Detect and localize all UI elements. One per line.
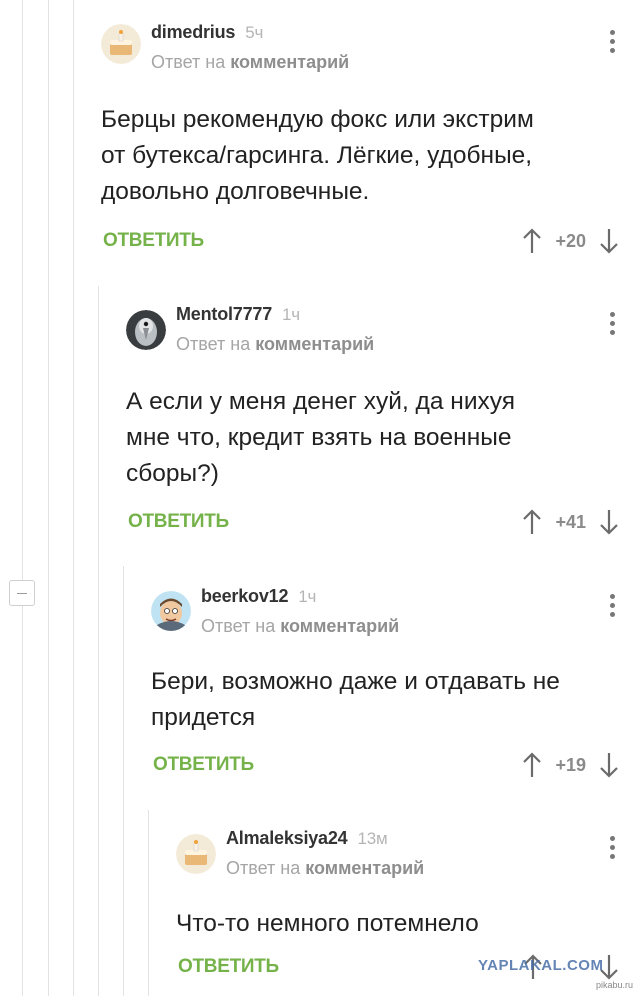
thread-rail bbox=[48, 0, 49, 996]
comment-author[interactable]: beerkov12 1ч bbox=[201, 586, 316, 607]
thread-rail bbox=[123, 566, 124, 996]
reply-button[interactable]: ОТВЕТИТЬ bbox=[178, 956, 279, 978]
reply-target-link[interactable]: комментарий bbox=[305, 858, 424, 878]
thread-rail bbox=[98, 286, 99, 996]
more-options-icon[interactable] bbox=[610, 594, 616, 621]
comment-author[interactable]: dimedrius 5ч bbox=[151, 22, 263, 43]
comment-time: 5ч bbox=[245, 23, 264, 42]
collapse-thread-button[interactable] bbox=[9, 580, 35, 606]
downvote-arrow-icon[interactable] bbox=[598, 227, 620, 255]
comment-time: 1ч bbox=[298, 587, 317, 606]
comment-author[interactable]: Mentol7777 1ч bbox=[176, 304, 300, 325]
reply-target-link[interactable]: комментарий bbox=[280, 616, 399, 636]
cartoon-face-avatar-icon bbox=[151, 591, 191, 631]
comment-score: +19 bbox=[555, 754, 586, 775]
upvote-arrow-icon[interactable] bbox=[521, 227, 543, 255]
reply-button[interactable]: ОТВЕТИТЬ bbox=[103, 230, 204, 252]
more-options-icon[interactable] bbox=[610, 30, 616, 57]
upvote-arrow-icon[interactable] bbox=[521, 751, 543, 779]
comment-text: Что-то немного потемнело bbox=[176, 910, 479, 937]
comment: dimedrius 5ч Ответ на комментарий Берцы р… bbox=[101, 22, 640, 264]
cake-avatar-icon bbox=[176, 834, 216, 874]
thread-rail bbox=[148, 810, 149, 996]
cake-avatar-icon bbox=[101, 24, 141, 64]
reply-reference: Ответ на комментарий bbox=[226, 858, 425, 878]
upvote-arrow-icon[interactable] bbox=[521, 508, 543, 536]
reply-target-link[interactable]: комментарий bbox=[255, 334, 374, 354]
avatar[interactable] bbox=[151, 591, 191, 631]
comment-author[interactable]: Almaleksiya24 13м bbox=[226, 828, 388, 849]
thread-rail bbox=[22, 0, 23, 996]
comment-text: Берцы рекомендую фокс или экстрим от бут… bbox=[101, 106, 534, 205]
reply-reference: Ответ на комментарий bbox=[201, 616, 400, 636]
comment-text: А если у меня денег хуй, да нихуя мне чт… bbox=[126, 388, 515, 487]
watermark-small: pikabu.ru bbox=[596, 980, 634, 990]
more-options-icon[interactable] bbox=[610, 312, 616, 339]
reply-reference: Ответ на комментарий bbox=[151, 52, 350, 72]
comment-time: 1ч bbox=[282, 305, 300, 324]
bird-photo-avatar-icon bbox=[126, 310, 166, 350]
reply-button[interactable]: ОТВЕТИТЬ bbox=[153, 754, 254, 776]
reply-reference: Ответ на комментарий bbox=[176, 334, 375, 354]
comment-score: +41 bbox=[555, 511, 586, 532]
downvote-arrow-icon[interactable] bbox=[598, 508, 620, 536]
reply-target-link[interactable]: комментарий bbox=[230, 52, 349, 72]
thread-rail bbox=[73, 0, 74, 996]
comment: beerkov12 1ч Ответ на комментарий Бери, в… bbox=[151, 586, 640, 788]
reply-button[interactable]: ОТВЕТИТЬ bbox=[128, 511, 229, 533]
downvote-arrow-icon[interactable] bbox=[598, 751, 620, 779]
comment-time: 13м bbox=[357, 829, 388, 848]
watermark: YAPLAKAL.COM bbox=[478, 957, 604, 974]
avatar[interactable] bbox=[126, 310, 166, 350]
comment-score: +20 bbox=[555, 230, 586, 251]
more-options-icon[interactable] bbox=[610, 836, 616, 863]
comment-text: Бери, возможно даже и отдавать не придет… bbox=[151, 668, 560, 731]
avatar[interactable] bbox=[101, 24, 141, 64]
avatar[interactable] bbox=[176, 834, 216, 874]
comment: Mentol7777 1ч Ответ на комментарий А если… bbox=[126, 304, 640, 546]
